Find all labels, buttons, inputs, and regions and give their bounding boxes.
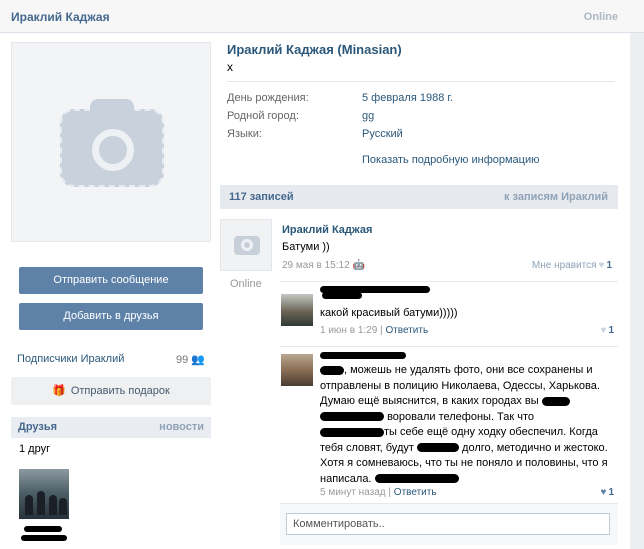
header-name[interactable]: Ираклий Каджая	[11, 10, 110, 24]
camera-icon	[60, 99, 164, 187]
heart-icon: ♥	[600, 325, 607, 336]
like-label: Мне нравится	[531, 260, 597, 271]
reply-link[interactable]: Ответить	[394, 487, 437, 498]
heart-icon: ♥	[598, 260, 605, 271]
profile-avatar[interactable]	[11, 42, 211, 242]
info-value[interactable]: Русский	[362, 128, 403, 140]
send-message-button[interactable]: Отправить сообщение	[19, 267, 203, 294]
comment: , можешь не удалять фото, они все сохран…	[280, 346, 618, 501]
profile-page: Отправить сообщение Добавить в друзья По…	[0, 33, 630, 549]
to-wall-link[interactable]: к записям Ираклий	[504, 191, 608, 203]
show-more-info-link[interactable]: Показать подробную информацию	[362, 154, 539, 166]
post-avatar[interactable]	[220, 219, 272, 271]
camera-icon	[234, 236, 260, 255]
post-text: Батуми ))	[282, 241, 330, 253]
gift-icon: 🎁	[52, 385, 66, 397]
info-label: День рождения:	[227, 92, 309, 104]
comment-meta: 1 июн в 1:29 | Ответить	[320, 325, 429, 336]
subscribers-count: 99 👥	[175, 354, 205, 366]
comment-input-box[interactable]	[286, 513, 610, 535]
comment-meta: 5 минут назад | Ответить	[320, 487, 437, 498]
post-author[interactable]: Ираклий Каджая	[282, 224, 372, 236]
left-column: Отправить сообщение Добавить в друзья По…	[11, 42, 211, 541]
users-icon: 👥	[191, 354, 205, 366]
android-icon: 🤖	[352, 260, 366, 271]
comment-avatar[interactable]	[281, 354, 313, 386]
comment-text: , можешь не удалять фото, они все сохран…	[320, 364, 608, 485]
post-like-button[interactable]: Мне нравится ♥ 1	[532, 260, 612, 271]
subscribers-label[interactable]: Подписчики Ираклий	[17, 353, 124, 365]
post-date-text[interactable]: 29 мая в 15:12	[282, 260, 350, 271]
post-date[interactable]: 29 мая в 15:12 🤖	[282, 260, 365, 271]
friends-title[interactable]: Друзья	[18, 421, 57, 433]
comment-like-button[interactable]: ♥ 1	[601, 325, 615, 336]
wall-header: 117 записей к записям Ираклий	[220, 185, 618, 209]
friends-count: 1 друг	[19, 443, 51, 455]
info-value[interactable]: 5 февраля 1988 г.	[362, 92, 453, 104]
post-author-online: Online	[230, 278, 262, 290]
comment-date[interactable]: 5 минут назад	[320, 487, 386, 498]
add-friend-button[interactable]: Добавить в друзья	[19, 303, 203, 330]
friends-news-link[interactable]: новости	[159, 421, 204, 433]
info-label: Языки:	[227, 128, 262, 140]
comment: какой красивый батуми))))) 1 июн в 1:29 …	[280, 281, 618, 339]
friend-avatar[interactable]	[19, 469, 69, 519]
like-count: 1	[608, 325, 614, 336]
like-count: 1	[606, 260, 612, 271]
divider	[227, 81, 615, 82]
comment-author-redacted	[322, 292, 362, 299]
friends-header: Друзья новости	[11, 417, 211, 438]
comment-input[interactable]	[287, 514, 609, 534]
subscribers-row[interactable]: Подписчики Ираклий 99 👥	[17, 353, 205, 366]
info-value[interactable]: gg	[362, 110, 374, 122]
comment-like-button[interactable]: ♥ 1	[601, 487, 615, 498]
wall-count[interactable]: 117 записей	[229, 191, 294, 203]
profile-status[interactable]: x	[227, 60, 233, 74]
friend-name-redacted	[21, 526, 67, 541]
profile-header-bar: Ираклий Каджая Online	[0, 0, 644, 33]
heart-icon: ♥	[600, 487, 607, 498]
online-status: Online	[583, 11, 618, 23]
like-count: 1	[608, 487, 614, 498]
comment-author-redacted	[320, 352, 406, 359]
profile-name: Ираклий Каджая (Minasian)	[227, 42, 402, 57]
send-gift-label: Отправить подарок	[70, 385, 170, 397]
info-label: Родной город:	[227, 110, 299, 122]
send-gift-button[interactable]: 🎁 Отправить подарок	[11, 377, 211, 405]
comment-avatar[interactable]	[281, 294, 313, 326]
comment-date[interactable]: 1 июн в 1:29	[320, 325, 377, 336]
comment-text: какой красивый батуми)))))	[320, 307, 458, 319]
reply-link[interactable]: Ответить	[385, 325, 428, 336]
